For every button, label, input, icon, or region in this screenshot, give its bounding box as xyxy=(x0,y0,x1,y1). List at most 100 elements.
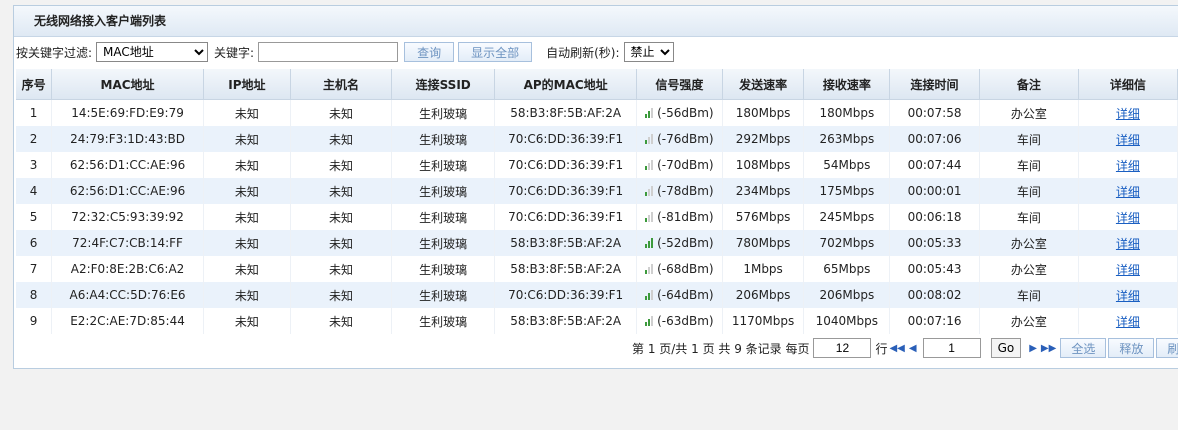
prev-page-icon[interactable]: ◀ xyxy=(909,343,917,354)
signal-value: (-78dBm) xyxy=(657,184,714,198)
ip-address-cell: 未知 xyxy=(203,152,292,178)
table-row[interactable]: 7 A2:F0:8E:2B:C6:A2 未知 未知 生利玻璃 58:B3:8F:5B:AF… xyxy=(16,256,1178,282)
table-row[interactable]: 2 24:79:F3:1D:43:BD 未知 未知 生利玻璃 70:C6:DD:36:39… xyxy=(16,126,1178,152)
mac-address-cell: 62:56:D1:CC:AE:96 xyxy=(51,152,204,178)
detail-link-cell[interactable]: 详细 xyxy=(1078,126,1178,152)
note-cell: 车间 xyxy=(979,204,1079,230)
host-name-cell: 未知 xyxy=(290,204,393,230)
release-button[interactable]: 释放 xyxy=(1108,338,1155,358)
column-header[interactable]: 发送速率 xyxy=(722,69,805,100)
detail-link[interactable]: 详细 xyxy=(1116,289,1140,303)
signal-bars-icon xyxy=(645,106,655,118)
column-header[interactable]: 备注 xyxy=(979,69,1079,100)
page-summary: 第 1 页/共 1 页 共 9 条记录 每页 xyxy=(632,341,810,356)
search-button[interactable]: 查询 xyxy=(404,42,455,62)
detail-link-cell[interactable]: 详细 xyxy=(1078,99,1178,126)
go-button[interactable]: Go xyxy=(990,338,1022,358)
ssid-cell: 生利玻璃 xyxy=(391,308,496,334)
detail-link-cell[interactable]: 详细 xyxy=(1078,152,1178,178)
table-row[interactable]: 3 62:56:D1:CC:AE:96 未知 未知 生利玻璃 70:C6:DD:36:39… xyxy=(16,152,1178,178)
table-row[interactable]: 6 72:4F:C7:CB:14:FF 未知 未知 生利玻璃 58:B3:8F:5B:AF… xyxy=(16,230,1178,256)
filter-bar: 按关键字过滤: MAC地址 关键字: 查询 显示全部 自动刷新(秒): 禁止 xyxy=(16,41,680,63)
last-page-icon[interactable]: ▶▶ xyxy=(1041,343,1056,354)
row-index-cell: 5 xyxy=(16,204,53,230)
signal-strength-cell: (-70dBm) xyxy=(636,152,723,178)
table-row[interactable]: 4 62:56:D1:CC:AE:96 未知 未知 生利玻璃 70:C6:DD:36:39… xyxy=(16,178,1178,204)
detail-link[interactable]: 详细 xyxy=(1116,263,1140,277)
detail-link[interactable]: 详细 xyxy=(1116,133,1140,147)
note-cell: 车间 xyxy=(979,178,1079,204)
column-header[interactable]: 详细信 xyxy=(1078,69,1178,100)
ap-mac-address-cell: 58:B3:8F:5B:AF:2A xyxy=(494,256,637,282)
signal-strength-cell: (-81dBm) xyxy=(636,204,723,230)
table-row[interactable]: 1 14:5E:69:FD:E9:79 未知 未知 生利玻璃 58:B3:8F:5B:AF… xyxy=(16,99,1178,126)
next-page-icon[interactable]: ▶ xyxy=(1029,343,1037,354)
keyword-input[interactable] xyxy=(258,42,399,62)
column-header[interactable]: 接收速率 xyxy=(803,69,891,100)
column-header[interactable]: 信号强度 xyxy=(636,69,723,100)
column-header[interactable]: AP的MAC地址 xyxy=(494,69,637,100)
signal-value: (-70dBm) xyxy=(657,158,714,172)
pagination-bar: 第 1 页/共 1 页 共 9 条记录 每页 行 ◀◀ ◀ Go ▶ ▶▶ 全选… xyxy=(632,338,1178,358)
detail-link[interactable]: 详细 xyxy=(1116,315,1140,329)
ip-address-cell: 未知 xyxy=(203,126,292,152)
show-all-button[interactable]: 显示全部 xyxy=(458,42,533,62)
column-header[interactable]: 连接SSID xyxy=(391,69,496,100)
ap-mac-address-cell: 58:B3:8F:5B:AF:2A xyxy=(494,230,637,256)
select-all-button[interactable]: 全选 xyxy=(1060,338,1107,358)
signal-strength-cell: (-56dBm) xyxy=(636,99,723,126)
table-row[interactable]: 5 72:32:C5:93:39:92 未知 未知 生利玻璃 70:C6:DD:36:39… xyxy=(16,204,1178,230)
refresh-button[interactable]: 刷 xyxy=(1156,338,1178,358)
signal-value: (-56dBm) xyxy=(657,106,714,120)
rx-rate-cell: 175Mbps xyxy=(803,178,891,204)
mac-address-cell: E2:2C:AE:7D:85:44 xyxy=(51,308,204,334)
connect-time-cell: 00:00:01 xyxy=(889,178,980,204)
column-header[interactable]: 主机名 xyxy=(290,69,393,100)
rx-rate-cell: 206Mbps xyxy=(803,282,891,308)
note-cell: 办公室 xyxy=(979,256,1079,282)
column-header[interactable]: 连接时间 xyxy=(889,69,980,100)
row-index-cell: 4 xyxy=(16,178,53,204)
tx-rate-cell: 1Mbps xyxy=(722,256,805,282)
rx-rate-cell: 65Mbps xyxy=(803,256,891,282)
rx-rate-cell: 263Mbps xyxy=(803,126,891,152)
row-index-cell: 1 xyxy=(16,99,53,126)
page-number-input[interactable] xyxy=(922,338,981,358)
detail-link[interactable]: 详细 xyxy=(1116,185,1140,199)
signal-value: (-63dBm) xyxy=(657,314,714,328)
detail-link[interactable]: 详细 xyxy=(1116,159,1140,173)
host-name-cell: 未知 xyxy=(290,178,393,204)
detail-link[interactable]: 详细 xyxy=(1116,237,1140,251)
table-row[interactable]: 8 A6:A4:CC:5D:76:E6 未知 未知 生利玻璃 70:C6:DD:36:39… xyxy=(16,282,1178,308)
note-cell: 办公室 xyxy=(979,308,1079,334)
tx-rate-cell: 292Mbps xyxy=(722,126,805,152)
mac-address-cell: 24:79:F3:1D:43:BD xyxy=(51,126,204,152)
detail-link-cell[interactable]: 详细 xyxy=(1078,282,1178,308)
detail-link[interactable]: 详细 xyxy=(1116,211,1140,225)
rx-rate-cell: 180Mbps xyxy=(803,99,891,126)
table-row[interactable]: 9 E2:2C:AE:7D:85:44 未知 未知 生利玻璃 58:B3:8F:5B:AF… xyxy=(16,308,1178,334)
host-name-cell: 未知 xyxy=(290,126,393,152)
signal-strength-cell: (-76dBm) xyxy=(636,126,723,152)
column-header[interactable]: 序号 xyxy=(16,69,53,100)
row-index-cell: 2 xyxy=(16,126,53,152)
auto-refresh-select[interactable]: 禁止 xyxy=(623,42,674,62)
detail-link-cell[interactable]: 详细 xyxy=(1078,204,1178,230)
detail-link-cell[interactable]: 详细 xyxy=(1078,308,1178,334)
note-cell: 车间 xyxy=(979,282,1079,308)
detail-link-cell[interactable]: 详细 xyxy=(1078,178,1178,204)
row-index-cell: 9 xyxy=(16,308,53,334)
detail-link-cell[interactable]: 详细 xyxy=(1078,256,1178,282)
filter-field-select[interactable]: MAC地址 xyxy=(96,42,209,62)
detail-link[interactable]: 详细 xyxy=(1116,107,1140,121)
column-header[interactable]: IP地址 xyxy=(203,69,292,100)
rx-rate-cell: 702Mbps xyxy=(803,230,891,256)
rx-rate-cell: 54Mbps xyxy=(803,152,891,178)
detail-link-cell[interactable]: 详细 xyxy=(1078,230,1178,256)
signal-strength-cell: (-64dBm) xyxy=(636,282,723,308)
page-size-input[interactable] xyxy=(813,338,872,358)
column-header[interactable]: MAC地址 xyxy=(51,69,204,100)
ssid-cell: 生利玻璃 xyxy=(391,256,496,282)
first-page-icon[interactable]: ◀◀ xyxy=(889,343,904,354)
note-cell: 车间 xyxy=(979,152,1079,178)
